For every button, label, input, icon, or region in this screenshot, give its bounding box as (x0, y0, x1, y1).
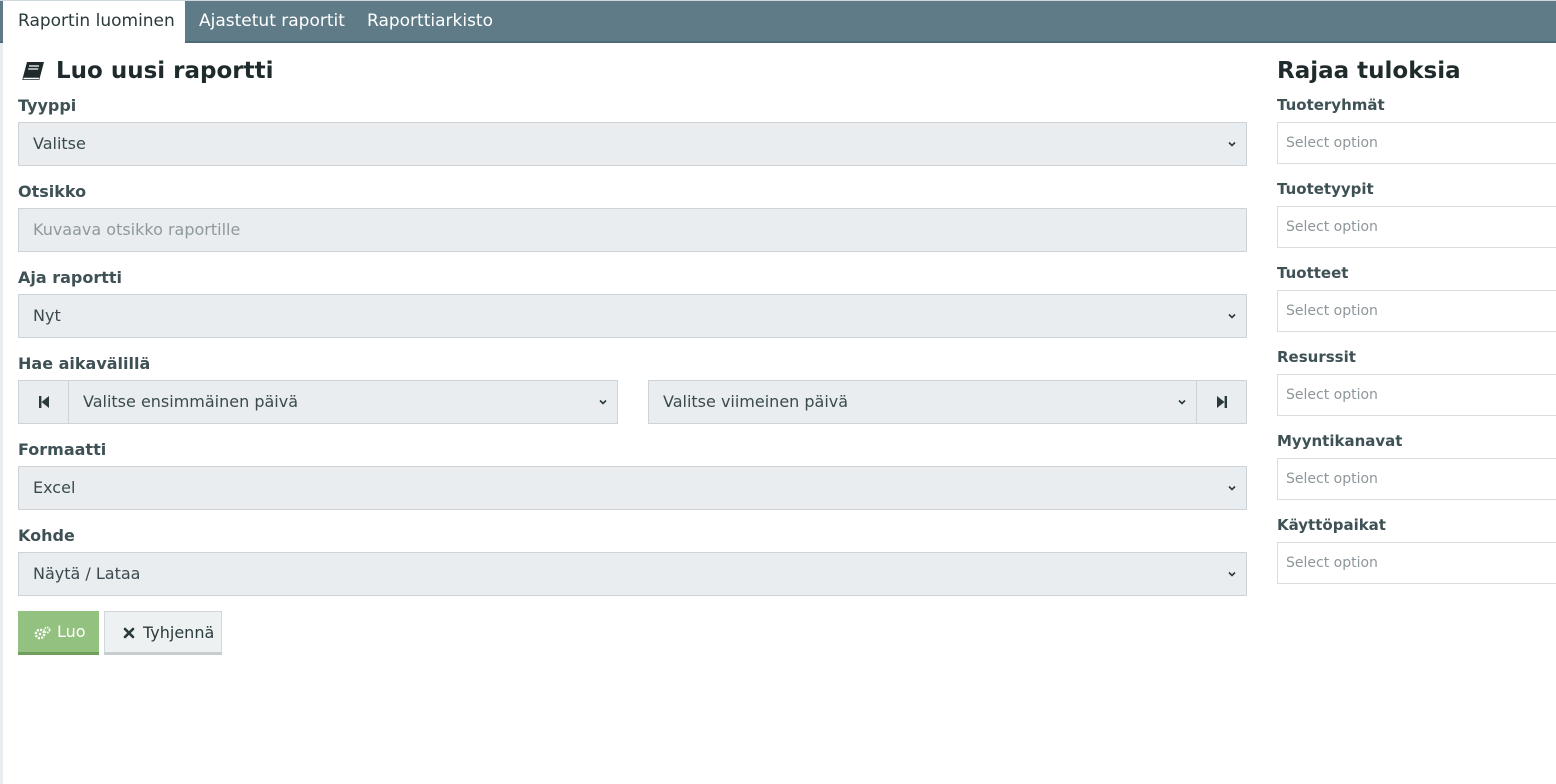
subject-input-placeholder: Kuvaava otsikko raportille (33, 220, 241, 239)
chevron-down-icon (1228, 485, 1236, 491)
range-start-value: Valitse ensimmäinen päivä (83, 392, 299, 411)
filter-select-resurssit[interactable]: Select option (1277, 374, 1556, 416)
type-label: Tyyppi (18, 96, 77, 115)
create-button[interactable]: Luo (18, 611, 99, 655)
range-label: Hae aikavälillä (18, 354, 151, 373)
chevron-down-icon (1178, 399, 1186, 405)
filter-select-tuotteet[interactable]: Select option (1277, 290, 1556, 332)
chevron-down-icon (1228, 571, 1236, 577)
filter-select-tuoteryhmat[interactable]: Select option (1277, 122, 1556, 164)
run-select[interactable]: Nyt (18, 294, 1247, 338)
gears-icon (34, 626, 51, 640)
clear-button-label: Tyhjennä (143, 623, 215, 642)
range-end-addon[interactable] (1196, 380, 1247, 424)
format-label: Formaatti (18, 440, 107, 459)
filter-select-placeholder: Select option (1286, 387, 1378, 403)
range-end-value: Valitse viimeinen päivä (663, 392, 849, 411)
filter-select-placeholder: Select option (1286, 219, 1378, 235)
filters-title: Rajaa tuloksia (1277, 58, 1461, 84)
chevron-down-icon (1228, 313, 1236, 319)
filter-select-myyntikanavat[interactable]: Select option (1277, 458, 1556, 500)
range-start-select[interactable]: Valitse ensimmäinen päivä (68, 380, 618, 424)
skip-back-icon (39, 396, 49, 408)
format-select-value: Excel (33, 478, 76, 497)
range-start-addon[interactable] (18, 380, 69, 424)
target-label: Kohde (18, 526, 75, 545)
range-end-select[interactable]: Valitse viimeinen päivä (648, 380, 1197, 424)
chevron-down-icon (599, 399, 607, 405)
tab-ajastetut-raportit[interactable]: Ajastetut raportit (185, 1, 351, 42)
tab-label: Ajastetut raportit (199, 11, 345, 31)
tab-raporttiarkisto[interactable]: Raporttiarkisto (353, 1, 503, 42)
type-select-value: Valitse (33, 134, 86, 153)
filter-select-placeholder: Select option (1286, 555, 1378, 571)
type-select[interactable]: Valitse (18, 122, 1247, 166)
left-border (0, 43, 3, 784)
tab-label: Raportin luominen (18, 11, 175, 31)
filter-label-resurssit: Resurssit (1277, 348, 1356, 366)
skip-forward-icon (1217, 396, 1227, 408)
page-title: Luo uusi raportti (56, 58, 274, 84)
subject-label: Otsikko (18, 182, 87, 201)
filter-select-placeholder: Select option (1286, 135, 1378, 151)
book-icon (22, 62, 44, 80)
format-select[interactable]: Excel (18, 466, 1247, 510)
target-select[interactable]: Näytä / Lataa (18, 552, 1247, 596)
run-label: Aja raportti (18, 268, 123, 287)
run-select-value: Nyt (33, 306, 61, 325)
filter-select-placeholder: Select option (1286, 303, 1378, 319)
filter-select-kayttopaikat[interactable]: Select option (1277, 542, 1556, 584)
close-icon (123, 627, 135, 639)
filter-label-tuoteryhmat: Tuoteryhmät (1277, 96, 1385, 114)
filter-label-myyntikanavat: Myyntikanavat (1277, 432, 1403, 450)
tab-label: Raporttiarkisto (367, 11, 493, 31)
tab-raportin-luominen[interactable]: Raportin luominen (3, 1, 185, 43)
filter-label-tuotteet: Tuotteet (1277, 264, 1349, 282)
target-select-value: Näytä / Lataa (33, 564, 141, 583)
filter-label-tuotetyypit: Tuotetyypit (1277, 180, 1374, 198)
subject-input[interactable]: Kuvaava otsikko raportille (18, 208, 1247, 252)
filter-select-placeholder: Select option (1286, 471, 1378, 487)
filter-select-tuotetyypit[interactable]: Select option (1277, 206, 1556, 248)
create-button-label: Luo (57, 622, 86, 641)
filter-label-kayttopaikat: Käyttöpaikat (1277, 516, 1386, 534)
chevron-down-icon (1228, 141, 1236, 147)
clear-button[interactable]: Tyhjennä (104, 611, 222, 655)
